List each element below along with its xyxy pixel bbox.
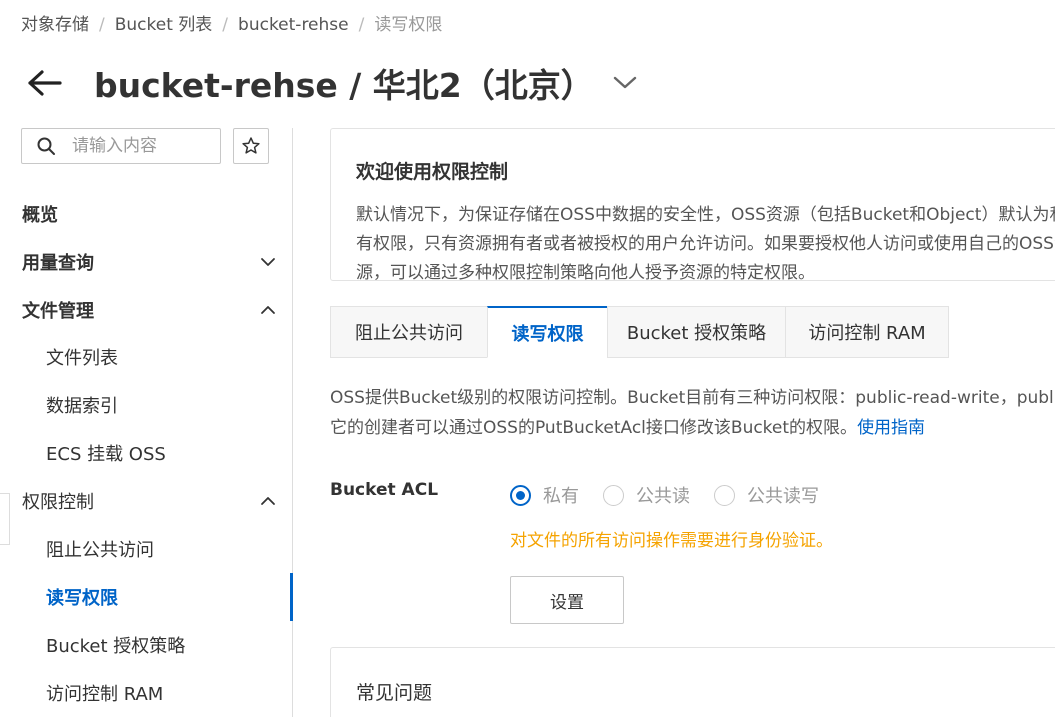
chevron-up-icon: [261, 306, 275, 314]
sidebar-item-label: 阻止公共访问: [46, 540, 154, 561]
permission-tabs: 阻止公共访问 读写权限 Bucket 授权策略 访问控制 RAM: [330, 306, 949, 358]
radio-label: 公共读写: [747, 486, 819, 507]
page-title: bucket-rehse / 华北2（北京）: [94, 66, 594, 105]
sidebar-item-label: 权限控制: [22, 492, 94, 513]
tab-block-public-access[interactable]: 阻止公共访问: [330, 306, 488, 358]
back-arrow-icon[interactable]: [26, 63, 66, 103]
sidebar-item-ecs-mount[interactable]: ECS 挂载 OSS: [0, 429, 292, 477]
sidebar-item-label: 用量查询: [22, 253, 94, 274]
chevron-up-icon: [261, 497, 275, 505]
breadcrumb-separator: /: [222, 15, 229, 35]
sidebar: 概览 用量查询 文件管理 文件列表 数据索引 ECS 挂载 OSS 权限控制 阻…: [0, 128, 293, 717]
sidebar-item-label: 读写权限: [46, 588, 118, 609]
breadcrumb-separator: /: [358, 15, 365, 35]
breadcrumb-oss[interactable]: 对象存储: [21, 10, 89, 35]
sidebar-item-label: 概览: [22, 205, 58, 226]
sidebar-item-file-list[interactable]: 文件列表: [0, 333, 292, 381]
sidebar-item-block-public-access[interactable]: 阻止公共访问: [0, 525, 292, 573]
faq-panel: 常见问题: [330, 647, 1055, 717]
breadcrumb-bucket-list[interactable]: Bucket 列表: [115, 10, 213, 35]
sidebar-item-label: 文件管理: [22, 301, 94, 322]
acl-description: OSS提供Bucket级别的权限访问控制。Bucket目前有三种访问权限：pub…: [330, 383, 1055, 443]
bucket-acl-label: Bucket ACL: [330, 480, 439, 500]
sidebar-item-label: ECS 挂载 OSS: [46, 444, 166, 465]
sidebar-item-bucket-policy[interactable]: Bucket 授权策略: [0, 621, 292, 669]
sidebar-collapse-handle[interactable]: [0, 493, 10, 545]
radio-public-read-write[interactable]: 公共读写: [714, 482, 819, 508]
radio-private[interactable]: 私有: [510, 482, 579, 508]
breadcrumb: 对象存储 / Bucket 列表 / bucket-rehse / 读写权限: [21, 10, 442, 35]
radio-label: 公共读: [636, 486, 690, 507]
guide-link[interactable]: 使用指南: [857, 418, 925, 438]
welcome-title: 欢迎使用权限控制: [356, 161, 509, 183]
radio-label: 私有: [543, 486, 579, 507]
sidebar-item-read-write-permission[interactable]: 读写权限: [0, 573, 292, 621]
star-icon: [242, 137, 260, 154]
acl-radio-group: 私有 公共读 公共读写: [510, 482, 843, 508]
description-line: OSS提供Bucket级别的权限访问控制。Bucket目前有三种访问权限：pub…: [330, 388, 1055, 408]
sidebar-item-data-index[interactable]: 数据索引: [0, 381, 292, 429]
active-indicator: [290, 573, 293, 621]
sidebar-item-label: 访问控制 RAM: [46, 684, 164, 705]
radio-unchecked-icon: [603, 484, 624, 506]
acl-hint: 对文件的所有访问操作需要进行身份验证。: [510, 531, 833, 551]
welcome-text: 默认情况下，为保证存储在OSS中数据的安全性，OSS资源（包括Bucket和Ob…: [356, 205, 1055, 283]
sidebar-search: [21, 128, 221, 164]
search-icon: [37, 137, 55, 155]
favorite-button[interactable]: [233, 128, 269, 164]
sidebar-item-file-management[interactable]: 文件管理: [0, 286, 292, 334]
tab-bucket-policy[interactable]: Bucket 授权策略: [607, 306, 786, 358]
breadcrumb-separator: /: [99, 15, 105, 35]
chevron-down-icon: [261, 258, 275, 266]
faq-title: 常见问题: [356, 682, 433, 704]
breadcrumb-bucket[interactable]: bucket-rehse: [238, 15, 349, 35]
set-button[interactable]: 设置: [510, 576, 624, 624]
radio-checked-icon: [510, 484, 531, 506]
radio-unchecked-icon: [714, 484, 735, 506]
search-input[interactable]: [72, 136, 212, 156]
sidebar-item-label: 文件列表: [46, 348, 118, 369]
region-dropdown-chevron-icon[interactable]: [612, 68, 642, 98]
main-content: 欢迎使用权限控制 默认情况下，为保证存储在OSS中数据的安全性，OSS资源（包括…: [330, 128, 1055, 717]
tab-ram[interactable]: 访问控制 RAM: [785, 306, 949, 358]
welcome-panel: 欢迎使用权限控制 默认情况下，为保证存储在OSS中数据的安全性，OSS资源（包括…: [330, 128, 1055, 283]
sidebar-item-label: 数据索引: [46, 396, 118, 417]
title-bar: bucket-rehse / 华北2（北京）: [26, 58, 642, 108]
sidebar-item-ram[interactable]: 访问控制 RAM: [0, 669, 292, 717]
breadcrumb-current: 读写权限: [374, 15, 443, 35]
sidebar-item-overview[interactable]: 概览: [0, 190, 292, 238]
sidebar-item-usage[interactable]: 用量查询: [0, 238, 292, 286]
description-line: 它的创建者可以通过OSS的PutBucketAcl接口修改该Bucket的权限。: [330, 418, 858, 438]
tab-read-write-permission[interactable]: 读写权限: [487, 306, 608, 358]
sidebar-item-access-control[interactable]: 权限控制: [0, 477, 292, 525]
radio-public-read[interactable]: 公共读: [603, 482, 690, 508]
sidebar-item-label: Bucket 授权策略: [46, 636, 186, 657]
